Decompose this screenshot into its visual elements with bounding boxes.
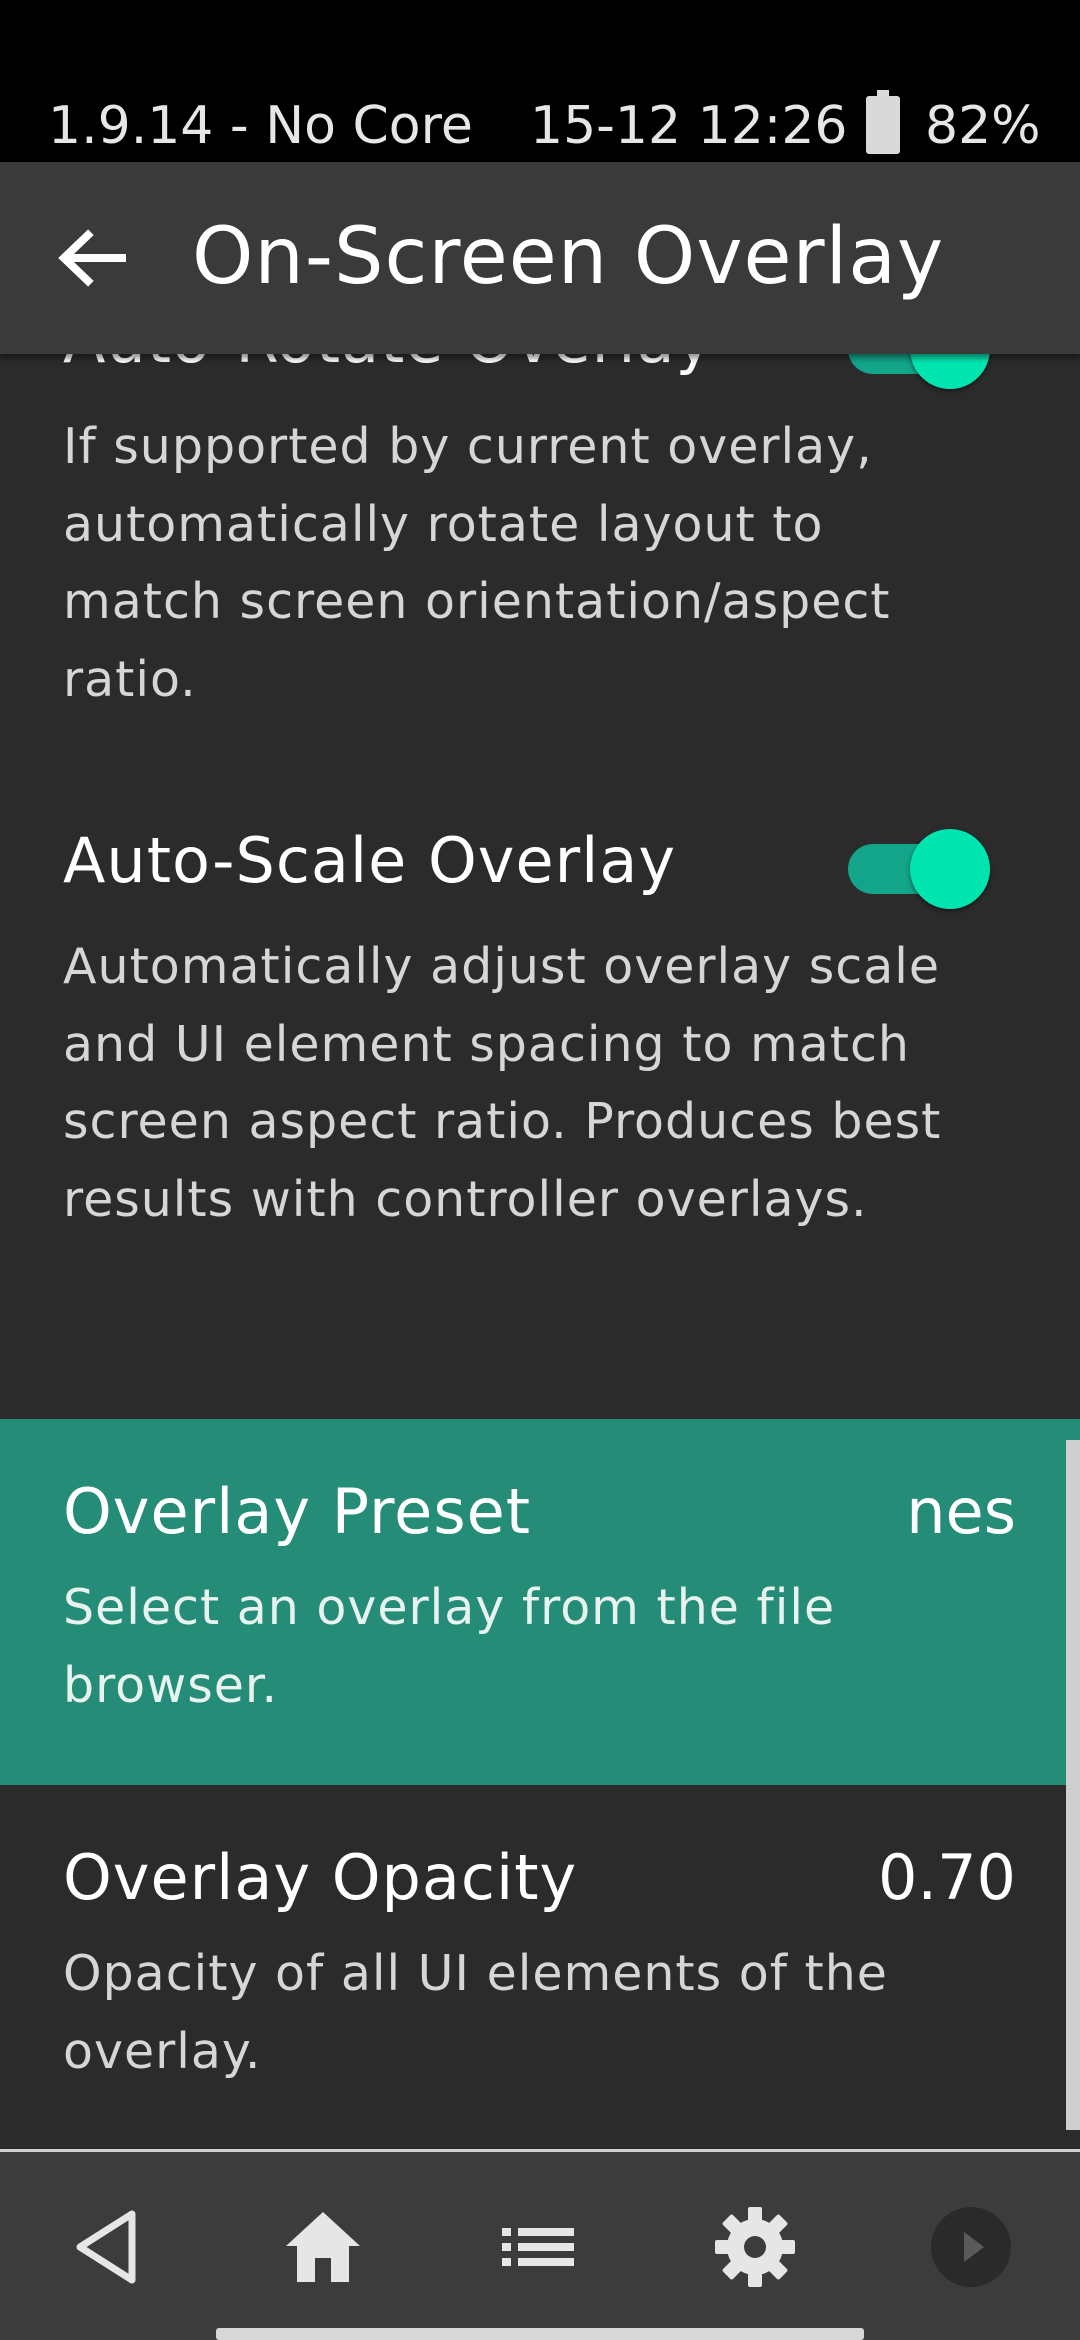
setting-title: Overlay Preset [63, 1475, 532, 1548]
page-title: On-Screen Overlay [192, 212, 945, 302]
settings-list[interactable]: Auto-Rotate Overlay If supported by curr… [0, 354, 1080, 2149]
setting-summary: Opacity of all UI elements of the overla… [63, 1945, 888, 2080]
app-version-core-text: 1.9.14 - No Core [48, 96, 473, 156]
nav-resume-button[interactable] [926, 2202, 1016, 2292]
arrow-back-icon [58, 229, 126, 287]
home-icon [286, 2212, 360, 2282]
nav-home-button[interactable] [278, 2202, 368, 2292]
bottom-nav [0, 2152, 1080, 2340]
setting-title: Auto-Rotate Overlay [63, 354, 713, 377]
setting-auto-rotate-overlay[interactable]: Auto-Rotate Overlay If supported by curr… [0, 354, 1080, 764]
app-bar: On-Screen Overlay [0, 162, 1080, 354]
gear-icon [715, 2207, 795, 2287]
scrollbar[interactable] [1066, 1440, 1080, 2130]
back-button[interactable] [52, 218, 132, 298]
setting-summary: If supported by current overlay, automat… [63, 418, 891, 708]
overlay-opacity-value: 0.70 [877, 1841, 1016, 1914]
auto-scale-toggle[interactable] [848, 820, 998, 910]
nav-list-button[interactable] [494, 2202, 584, 2292]
setting-title: Auto-Scale Overlay [63, 824, 677, 897]
list-icon [502, 2228, 574, 2266]
gesture-bar[interactable] [216, 2328, 864, 2340]
back-triangle-icon [76, 2210, 136, 2284]
nav-settings-button[interactable] [710, 2202, 800, 2292]
setting-title: Overlay Opacity [63, 1841, 578, 1914]
setting-summary: Select an overlay from the file browser. [63, 1579, 836, 1714]
play-circle-icon [931, 2207, 1011, 2287]
auto-rotate-toggle[interactable] [848, 354, 998, 390]
setting-overlay-preset[interactable]: Overlay Preset nes Select an overlay fro… [0, 1419, 1080, 1785]
battery-percent-text: 82% [925, 96, 1041, 156]
overlay-preset-value: nes [906, 1475, 1016, 1548]
datetime-text: 15-12 12:26 [530, 96, 848, 156]
setting-auto-scale-overlay[interactable]: Auto-Scale Overlay Automatically adjust … [0, 824, 1080, 1360]
nav-back-button[interactable] [64, 2202, 154, 2292]
setting-overlay-opacity[interactable]: Overlay Opacity 0.70 Opacity of all UI e… [0, 1785, 1080, 2149]
battery-icon [866, 90, 900, 154]
setting-summary: Automatically adjust overlay scale and U… [63, 938, 942, 1228]
status-bar: 1.9.14 - No Core 15-12 12:26 82% [0, 0, 1080, 162]
